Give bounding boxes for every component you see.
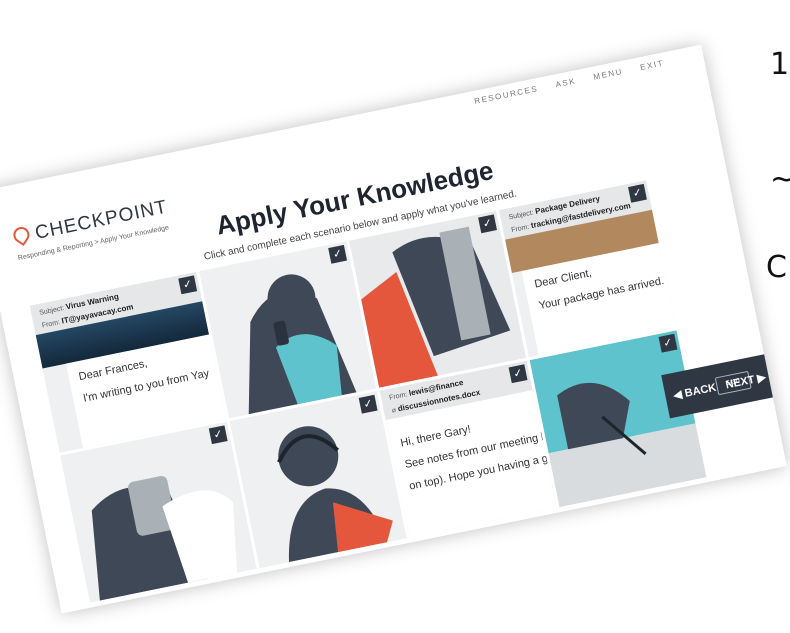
scenario-illustration-laptop[interactable]: ✓: [349, 210, 527, 388]
scenario-virus-warning[interactable]: Subject: Virus Warning From: IT@yayavaca…: [29, 271, 227, 453]
from-label: From:: [388, 391, 408, 402]
woman-phone-illustration: [199, 241, 377, 419]
from-label: From:: [510, 223, 531, 235]
checkmark-icon: ✓: [508, 364, 528, 384]
scenario-discussion-notes[interactable]: From: lewis@finance ⌀ discussionnotes.do…: [379, 360, 557, 538]
checkmark-icon: ✓: [208, 425, 228, 445]
scenario-illustration-headset[interactable]: ✓: [229, 391, 407, 569]
from-label: From:: [41, 319, 61, 330]
scenario-package-delivery[interactable]: Subject: Package Delivery From: tracking…: [499, 180, 676, 358]
checkmark-icon: ✓: [178, 275, 198, 295]
nav-menu[interactable]: MENU: [593, 67, 624, 82]
checkmark-icon: ✓: [358, 394, 378, 414]
slide-container: RESOURCES ASK MENU EXIT CHECKPOINT Respo…: [0, 37, 790, 624]
top-navigation: RESOURCES ASK MENU EXIT: [460, 58, 664, 108]
laptop-illustration: [349, 210, 527, 388]
scenario-illustration-cup[interactable]: ✓: [60, 421, 257, 603]
side-text-2: ~: [770, 162, 790, 197]
back-button[interactable]: ◀ BACK: [672, 381, 717, 402]
course-slide: RESOURCES ASK MENU EXIT CHECKPOINT Respo…: [0, 44, 787, 614]
nav-exit[interactable]: EXIT: [639, 58, 664, 72]
scenario-illustration-writing[interactable]: ✓: [529, 330, 707, 508]
checkmark-icon: ✓: [628, 183, 647, 203]
checkmark-icon: ✓: [478, 214, 497, 234]
headset-illustration: [229, 391, 407, 569]
checkmark-icon: ✓: [658, 333, 678, 353]
writing-illustration: [529, 330, 707, 508]
scenario-illustration-woman-phone[interactable]: ✓: [199, 241, 377, 419]
cup-illustration: [60, 421, 257, 603]
side-text-1: 1: [770, 47, 790, 82]
paperclip-icon: ⌀: [391, 406, 397, 415]
nav-ask[interactable]: ASK: [555, 76, 577, 89]
location-pin-icon: [10, 223, 33, 247]
nav-resources[interactable]: RESOURCES: [473, 84, 539, 106]
checkmark-icon: ✓: [328, 244, 348, 264]
